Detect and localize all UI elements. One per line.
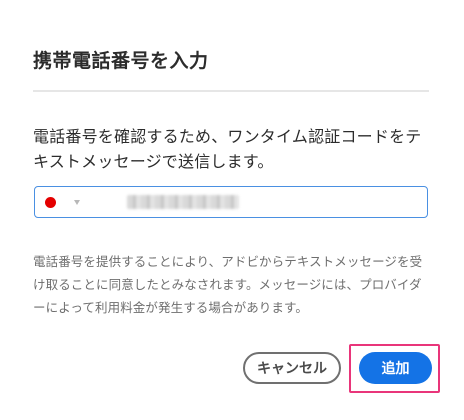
phone-number-dialog: 携帯電話番号を入力 電話番号を確認するため、ワンタイム認証コードをテキストメッセ… [0,0,464,420]
cancel-button[interactable]: キャンセル [243,352,341,384]
dialog-title: 携帯電話番号を入力 [33,50,209,72]
country-code-picker[interactable] [45,187,91,217]
title-divider [33,90,429,92]
add-button[interactable]: 追加 [359,352,432,384]
phone-field [34,186,428,218]
redacted-phone-number [127,195,239,209]
japan-flag-icon [45,196,56,208]
consent-notice: 電話番号を提供することにより、アドビからテキストメッセージを受け取ることに同意し… [33,254,423,315]
chevron-down-icon [74,199,80,205]
dialog-description: 電話番号を確認するため、ワンタイム認証コードをテキストメッセージで送信します。 [33,127,422,171]
